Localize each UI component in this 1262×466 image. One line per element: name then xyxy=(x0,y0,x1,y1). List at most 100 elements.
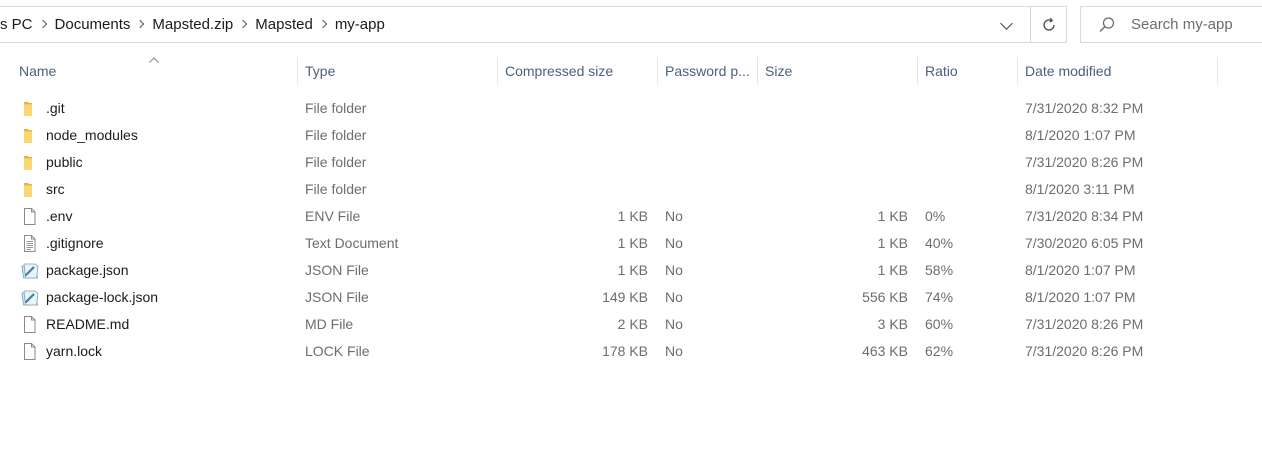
file-date-modified: 7/31/2020 8:34 PM xyxy=(1025,208,1144,224)
chevron-right-icon[interactable] xyxy=(131,7,151,42)
column-header-ratio[interactable]: Ratio xyxy=(917,57,1018,85)
breadcrumb-my-app[interactable]: my-app xyxy=(334,16,386,33)
column-header-date-modified[interactable]: Date modified xyxy=(1017,57,1218,85)
file-name: package.json xyxy=(46,262,129,278)
chevron-right-icon[interactable] xyxy=(314,7,334,42)
file-name: .gitignore xyxy=(46,235,104,251)
breadcrumb-mapsted[interactable]: Mapsted xyxy=(254,16,314,33)
file-size: 1 KB xyxy=(877,235,908,251)
file-name: src xyxy=(46,181,65,197)
file-row[interactable]: src File folder 8/1/2020 3:11 PM xyxy=(0,176,1220,203)
file-compressed-size: 1 KB xyxy=(617,235,648,251)
column-header-type[interactable]: Type xyxy=(297,57,498,85)
file-row[interactable]: public File folder 7/31/2020 8:26 PM xyxy=(0,149,1220,176)
file-name: README.md xyxy=(46,316,130,332)
json-file-icon xyxy=(20,261,40,280)
file-type: MD File xyxy=(305,316,354,332)
folder-icon xyxy=(20,180,40,199)
file-ratio: 74% xyxy=(925,289,954,305)
file-name: yarn.lock xyxy=(46,343,103,359)
file-type: JSON File xyxy=(305,289,369,305)
chevron-right-icon[interactable] xyxy=(34,7,54,42)
file-name: public xyxy=(46,154,83,170)
file-compressed-size xyxy=(497,95,648,122)
search-input[interactable] xyxy=(1131,7,1262,42)
file-date-modified: 7/30/2020 6:05 PM xyxy=(1025,235,1144,251)
file-row[interactable]: .env ENV File 1 KB No 1 KB 0% 7/31/2020 … xyxy=(0,203,1220,230)
file-password: No xyxy=(665,316,683,332)
file-row[interactable]: package-lock.json JSON File 149 KB No 55… xyxy=(0,284,1220,311)
file-date-modified: 8/1/2020 1:07 PM xyxy=(1025,262,1136,278)
column-header-compressed-size[interactable]: Compressed size xyxy=(497,57,658,85)
file-size xyxy=(757,149,908,176)
file-type: File folder xyxy=(305,154,367,170)
file-row[interactable]: node_modules File folder 8/1/2020 1:07 P… xyxy=(0,122,1220,149)
breadcrumb-this-pc[interactable]: s PC xyxy=(0,16,34,33)
file-password: No xyxy=(665,289,683,305)
address-bar[interactable]: s PC Documents Mapsted.zip Mapsted my-ap… xyxy=(0,6,1067,43)
file-row[interactable]: .git File folder 7/31/2020 8:32 PM xyxy=(0,95,1220,122)
address-history-dropdown-icon[interactable] xyxy=(993,7,1023,42)
file-password: No xyxy=(665,235,683,251)
file-type: ENV File xyxy=(305,208,361,224)
file-date-modified: 8/1/2020 1:07 PM xyxy=(1025,289,1136,305)
navigation-bar: s PC Documents Mapsted.zip Mapsted my-ap… xyxy=(0,0,1262,49)
chevron-right-icon[interactable] xyxy=(234,7,254,42)
file-compressed-size xyxy=(497,122,648,149)
search-icon xyxy=(1099,17,1115,32)
text-file-icon xyxy=(20,234,40,253)
file-row[interactable]: .gitignore Text Document 1 KB No 1 KB 40… xyxy=(0,230,1220,257)
file-size: 463 KB xyxy=(862,343,908,359)
column-header-size[interactable]: Size xyxy=(757,57,918,85)
file-type: JSON File xyxy=(305,262,369,278)
file-size xyxy=(757,176,908,203)
column-headers: Name Type Compressed size Password p... … xyxy=(0,57,1262,85)
file-size xyxy=(757,122,908,149)
file-date-modified: 7/31/2020 8:26 PM xyxy=(1025,154,1144,170)
file-ratio: 40% xyxy=(925,235,954,251)
blank-file-icon xyxy=(20,342,40,361)
file-date-modified: 7/31/2020 8:32 PM xyxy=(1025,100,1144,116)
file-row[interactable]: README.md MD File 2 KB No 3 KB 60% 7/31/… xyxy=(0,311,1220,338)
file-date-modified: 7/31/2020 8:26 PM xyxy=(1025,343,1144,359)
file-password: No xyxy=(665,208,683,224)
file-date-modified: 8/1/2020 1:07 PM xyxy=(1025,127,1136,143)
file-size: 1 KB xyxy=(877,208,908,224)
column-header-password[interactable]: Password p... xyxy=(657,57,758,85)
refresh-button[interactable] xyxy=(1030,7,1066,42)
file-type: File folder xyxy=(305,181,367,197)
folder-icon xyxy=(20,153,40,172)
file-compressed-size: 178 KB xyxy=(602,343,648,359)
file-compressed-size: 1 KB xyxy=(617,262,648,278)
breadcrumb-documents[interactable]: Documents xyxy=(54,16,132,33)
file-size: 3 KB xyxy=(877,316,908,332)
file-ratio: 62% xyxy=(925,343,954,359)
file-name: node_modules xyxy=(46,127,138,143)
file-ratio: 60% xyxy=(925,316,954,332)
json-file-icon xyxy=(20,288,40,307)
search-box[interactable] xyxy=(1080,6,1262,43)
file-date-modified: 7/31/2020 8:26 PM xyxy=(1025,316,1144,332)
column-header-name[interactable]: Name xyxy=(11,57,298,85)
folder-icon xyxy=(20,99,40,118)
file-ratio: 58% xyxy=(925,262,954,278)
file-compressed-size xyxy=(497,149,648,176)
file-row[interactable]: yarn.lock LOCK File 178 KB No 463 KB 62%… xyxy=(0,338,1220,365)
breadcrumb-mapsted-zip[interactable]: Mapsted.zip xyxy=(151,16,234,33)
breadcrumb: s PC Documents Mapsted.zip Mapsted my-ap… xyxy=(0,7,386,42)
file-date-modified: 8/1/2020 3:11 PM xyxy=(1025,181,1135,197)
file-type: File folder xyxy=(305,100,367,116)
file-size: 556 KB xyxy=(862,289,908,305)
file-compressed-size: 149 KB xyxy=(602,289,648,305)
folder-icon xyxy=(20,126,40,145)
file-name: .env xyxy=(46,208,73,224)
file-row[interactable]: package.json JSON File 1 KB No 1 KB 58% … xyxy=(0,257,1220,284)
file-compressed-size xyxy=(497,176,648,203)
file-ratio: 0% xyxy=(925,208,946,224)
file-size xyxy=(757,95,908,122)
file-name: package-lock.json xyxy=(46,289,159,305)
file-size: 1 KB xyxy=(877,262,908,278)
refresh-icon xyxy=(1042,17,1055,31)
file-type: File folder xyxy=(305,127,367,143)
file-password: No xyxy=(665,262,683,278)
